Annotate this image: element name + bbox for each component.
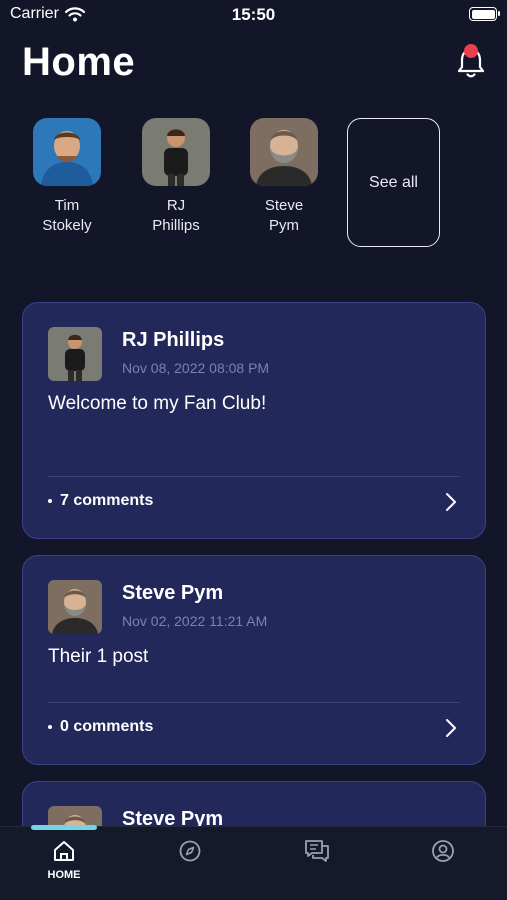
- comment-count: 0 comments: [60, 718, 154, 735]
- active-tab-indicator: [31, 825, 97, 830]
- tab-explore[interactable]: [155, 839, 225, 863]
- divider: [48, 702, 460, 703]
- avatar: [142, 118, 210, 186]
- tab-messages[interactable]: [282, 839, 352, 863]
- member-name: Steve Pym: [264, 197, 304, 234]
- bullet: [48, 499, 52, 503]
- post-card[interactable]: RJ Phillips Nov 08, 2022 08:08 PM Welcom…: [22, 302, 486, 539]
- home-icon: [54, 841, 74, 861]
- tab-bar: HOME: [0, 825, 507, 900]
- notification-badge: [464, 44, 478, 58]
- bullet: [48, 725, 52, 729]
- chat-icon: [305, 840, 329, 862]
- battery-icon: [469, 7, 500, 21]
- comments-link[interactable]: 7 comments: [48, 492, 153, 510]
- chevron-right-icon[interactable]: [445, 492, 457, 512]
- see-all-button[interactable]: See all: [347, 118, 440, 247]
- compass-icon: [179, 840, 201, 862]
- post-date: Nov 08, 2022 08:08 PM: [122, 360, 270, 376]
- post-author: Steve Pym: [122, 582, 224, 604]
- member-name: RJ Phillips: [152, 197, 200, 234]
- tab-label: HOME: [47, 869, 81, 881]
- avatar: [33, 118, 101, 186]
- tab-home[interactable]: HOME: [29, 839, 99, 881]
- post-author: RJ Phillips: [122, 329, 225, 351]
- member-name: Tim Stokely: [42, 197, 92, 234]
- clock: 15:50: [231, 5, 276, 24]
- comment-count: 7 comments: [60, 492, 154, 509]
- fan-club-members-row: Tim Stokely RJ Phillips Steve Pym See al…: [0, 118, 507, 248]
- author-avatar: [48, 327, 102, 381]
- avatar: [250, 118, 318, 186]
- post-body: Their 1 post: [48, 646, 149, 667]
- author-avatar: [48, 580, 102, 634]
- status-bar: Carrier 15:50: [0, 0, 507, 32]
- divider: [48, 476, 460, 477]
- member-story[interactable]: Steve Pym: [239, 118, 329, 236]
- post-card[interactable]: Steve Pym Nov 02, 2022 11:21 AM Their 1 …: [22, 555, 486, 765]
- chevron-right-icon[interactable]: [445, 718, 457, 738]
- member-story[interactable]: Tim Stokely: [22, 118, 112, 236]
- page-title: Home: [22, 40, 136, 84]
- profile-icon: [432, 840, 454, 862]
- post-body: Welcome to my Fan Club!: [48, 393, 267, 414]
- tab-profile[interactable]: [408, 839, 478, 863]
- post-date: Nov 02, 2022 11:21 AM: [122, 613, 268, 629]
- member-story[interactable]: RJ Phillips: [131, 118, 221, 236]
- comments-link[interactable]: 0 comments: [48, 718, 153, 736]
